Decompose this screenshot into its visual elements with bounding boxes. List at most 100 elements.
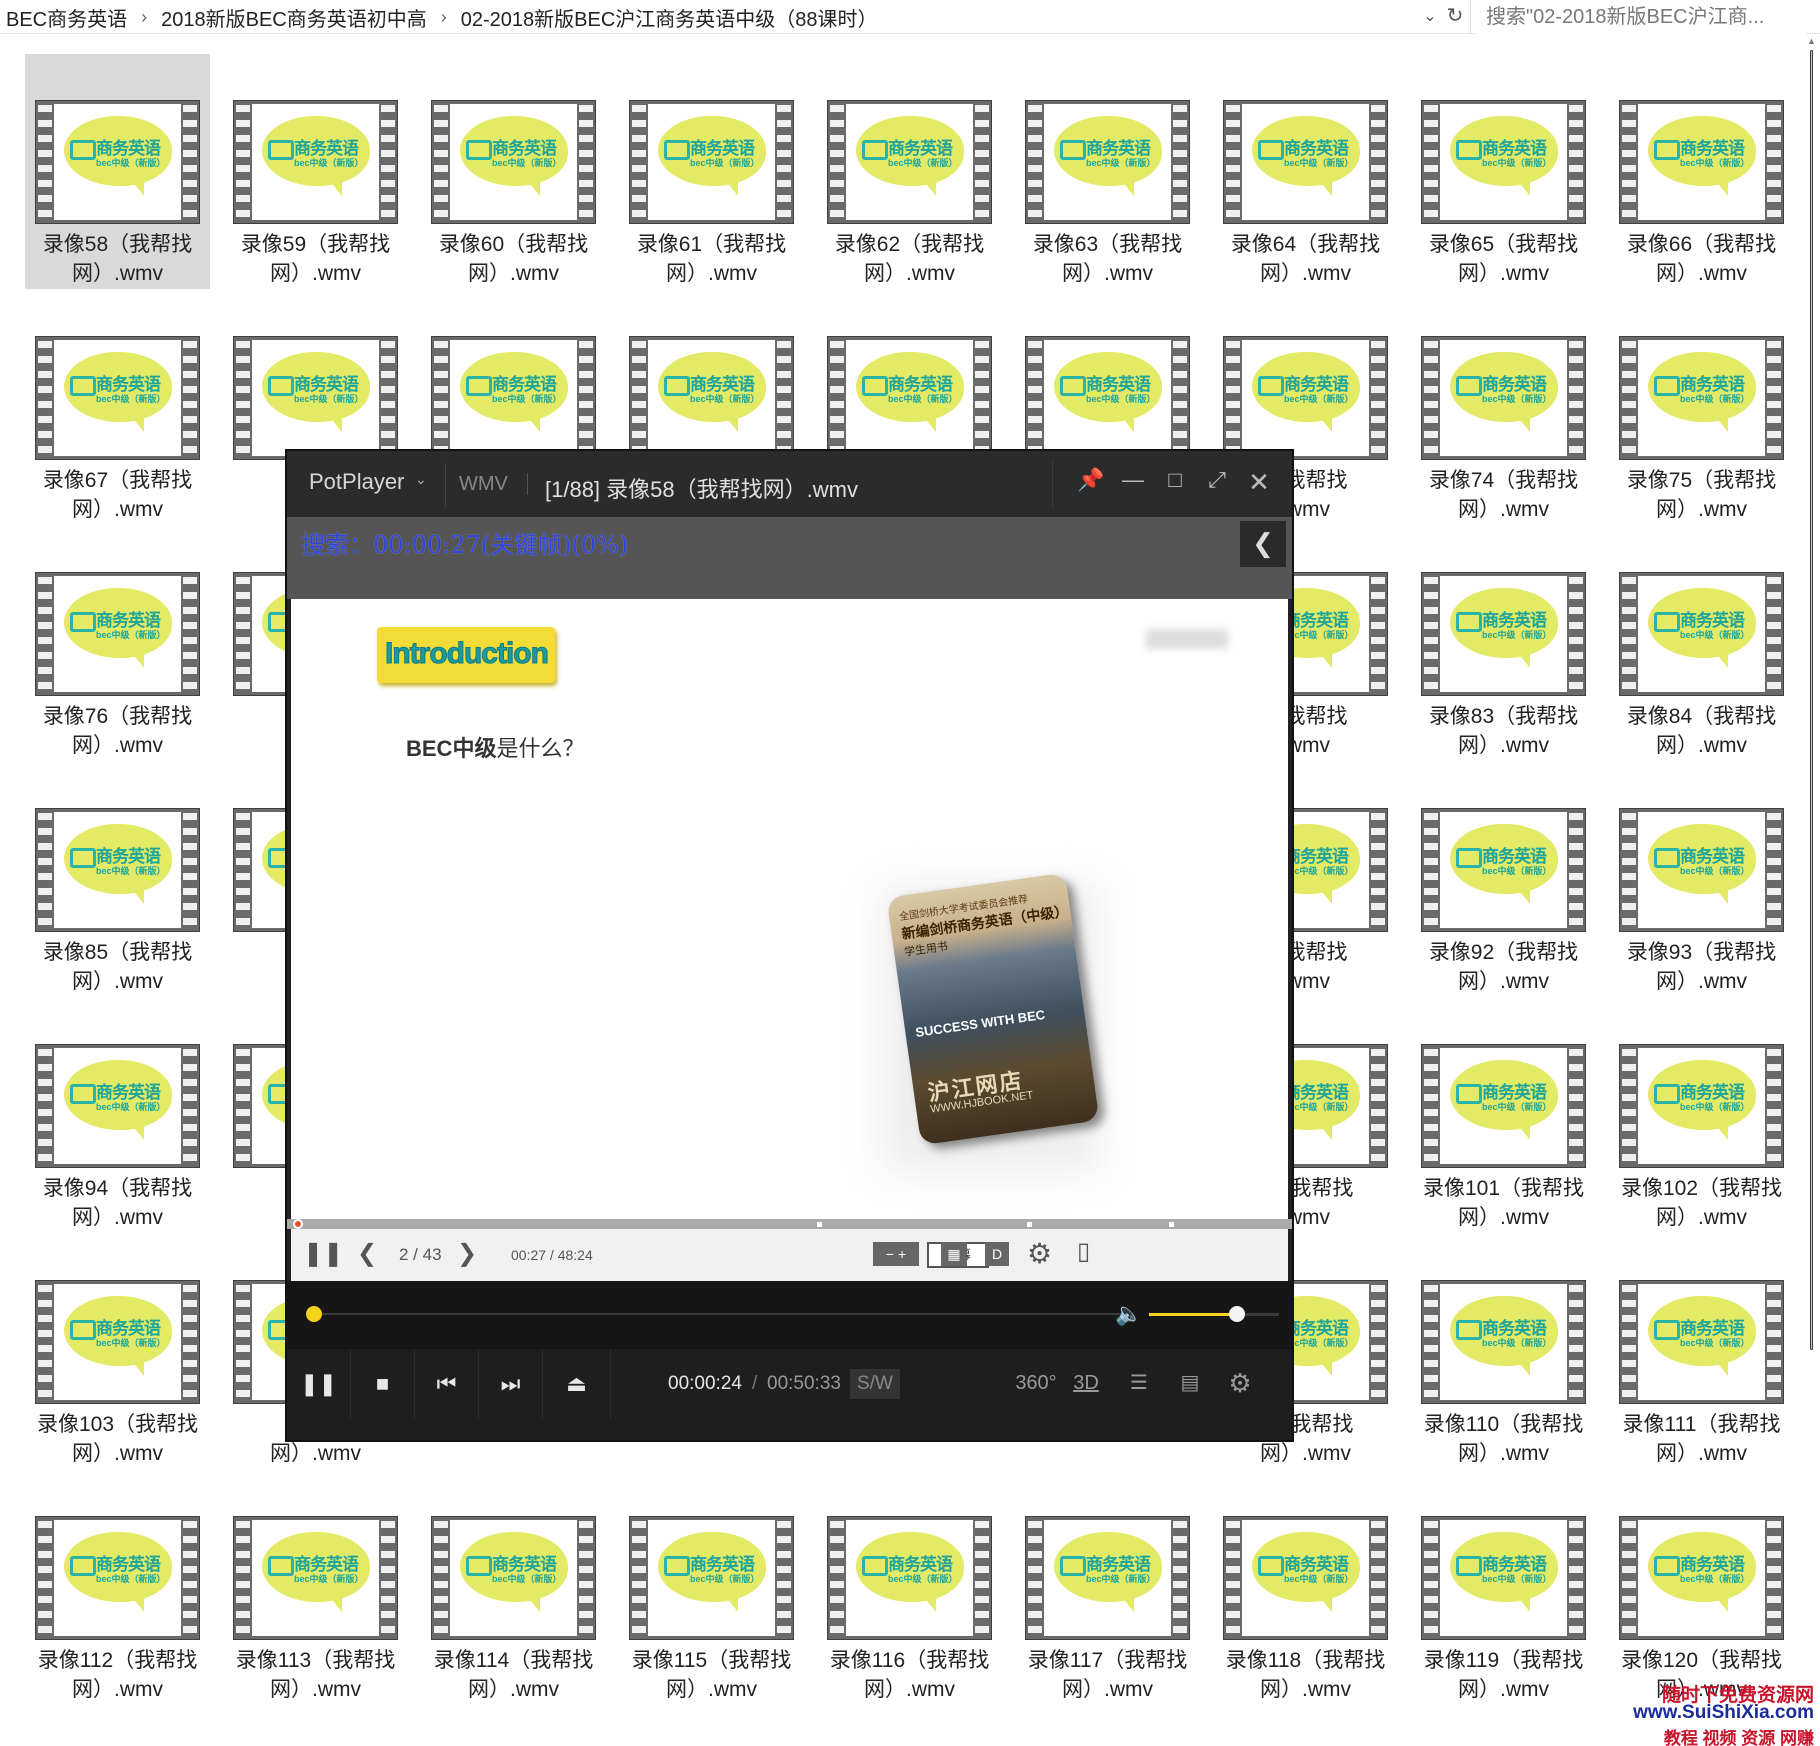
file-item[interactable]: 商务英语 bec中级（新版） 录像94（我帮找 网）.wmv [25,998,210,1233]
file-item[interactable]: 商务英语 bec中级（新版） 录像84（我帮找 网）.wmv [1609,526,1794,761]
video-thumbnail[interactable]: 商务英语bec中级（新版） [1619,100,1784,224]
next-button[interactable]: ⏭ [479,1349,543,1419]
video-thumbnail[interactable]: 商务英语bec中级（新版） [1025,336,1190,460]
chevron-left-icon[interactable]: ❮ [1240,521,1286,567]
file-item[interactable]: 商务英语 bec中级（新版） 录像116（我帮找 网）.wmv [817,1470,1002,1705]
file-item[interactable]: 商务英语 bec中级（新版） 录像74（我帮找 网）.wmv [1411,290,1596,525]
file-item[interactable]: 商务英语 bec中级（新版） 录像92（我帮找 网）.wmv [1411,762,1596,997]
file-item[interactable]: 商务英语 bec中级（新版） 录像93（我帮找 网）.wmv [1609,762,1794,997]
video-thumbnail[interactable]: 商务英语bec中级（新版） [1619,336,1784,460]
file-item[interactable]: 商务英语 bec中级（新版） 录像114（我帮找 网）.wmv [421,1470,606,1705]
fullscreen-icon[interactable]: ⤢ [1203,467,1231,497]
video-thumbnail[interactable]: 商务英语bec中级（新版） [1421,572,1586,696]
playlist-search-icon[interactable]: ☰ [1121,1365,1157,1401]
video-thumbnail[interactable]: 商务英语bec中级（新版） [1421,1516,1586,1640]
chevron-down-icon[interactable]: ⌄ [415,471,427,488]
video-thumbnail[interactable]: 商务英语bec中级（新版） [1421,336,1586,460]
refresh-icon[interactable]: ↻ [1442,2,1468,30]
chevron-right-icon[interactable]: › [141,7,147,28]
video-thumbnail[interactable]: 商务英语bec中级（新版） [431,336,596,460]
document-icon[interactable]: ▤ [1173,1365,1207,1401]
video-thumbnail[interactable]: 商务英语bec中级（新版） [233,100,398,224]
maximize-icon[interactable]: □ [1161,467,1189,497]
player-titlebar[interactable]: PotPlayer ⌄ WMV [1/88] 录像58（我帮找网）.wmv 📌 … [287,451,1292,517]
video-thumbnail[interactable]: 商务英语bec中级（新版） [1619,572,1784,696]
file-item[interactable]: 商务英语 bec中级（新版） 录像76（我帮找 网）.wmv [25,526,210,761]
video-thumbnail[interactable]: 商务英语bec中级（新版） [1223,100,1388,224]
video-thumbnail[interactable]: 商务英语bec中级（新版） [35,1516,200,1640]
video-thumbnail[interactable]: 商务英语bec中级（新版） [827,336,992,460]
file-item[interactable]: 商务英语 bec中级（新版） 录像103（我帮找 网）.wmv [25,1234,210,1469]
video-thumbnail[interactable]: 商务英语bec中级（新版） [431,100,596,224]
previous-button[interactable]: ⏮ [415,1349,479,1419]
video-thumbnail[interactable]: 商务英语bec中级（新版） [629,100,794,224]
file-item[interactable]: 商务英语 bec中级（新版） 录像58（我帮找 网）.wmv [25,54,210,289]
minimize-icon[interactable]: — [1119,467,1147,497]
file-item[interactable]: 商务英语 bec中级（新版） 录像117（我帮找 网）.wmv [1015,1470,1200,1705]
video-thumbnail[interactable]: 商务英语bec中级（新版） [35,1044,200,1168]
video-thumbnail[interactable]: 商务英语bec中级（新版） [233,336,398,460]
file-item[interactable]: 商务英语 bec中级（新版） 录像101（我帮找 网）.wmv [1411,998,1596,1233]
file-item[interactable]: 商务英语 bec中级（新版） 录像102（我帮找 网）.wmv [1609,998,1794,1233]
file-item[interactable]: 商务英语 bec中级（新版） 录像113（我帮找 网）.wmv [223,1470,408,1705]
close-icon[interactable]: ✕ [1245,467,1273,497]
breadcrumb-item[interactable]: 02-2018新版BEC沪江商务英语中级（88课时） [461,3,878,32]
vr-360-button[interactable]: 360° [1015,1365,1057,1401]
video-thumbnail[interactable]: 商务英语bec中级（新版） [1619,1516,1784,1640]
scroll-up-icon[interactable]: ▲ [1803,34,1820,48]
search-input[interactable] [1476,0,1806,34]
file-item[interactable]: 商务英语 bec中级（新版） 录像120（我帮找 网）.wmv [1609,1470,1794,1705]
video-thumbnail[interactable]: 商务英语bec中级（新版） [1223,336,1388,460]
file-item[interactable]: 商务英语 bec中级（新版） 录像65（我帮找 网）.wmv [1411,54,1596,289]
file-item[interactable]: 商务英语 bec中级（新版） 录像119（我帮找 网）.wmv [1411,1470,1596,1705]
file-item[interactable]: 商务英语 bec中级（新版） 录像112（我帮找 网）.wmv [25,1470,210,1705]
file-item[interactable]: 商务英语 bec中级（新版） 录像61（我帮找 网）.wmv [619,54,804,289]
video-thumbnail[interactable]: 商务英语bec中级（新版） [233,1516,398,1640]
video-thumbnail[interactable]: 商务英语bec中级（新版） [35,100,200,224]
vertical-scrollbar[interactable]: ▲ [1803,34,1820,1746]
video-thumbnail[interactable]: 商务英语bec中级（新版） [827,100,992,224]
video-frame[interactable]: Introduction BEC中级是什么？ 全国剑桥大学考试委员会推荐 新编剑… [291,599,1288,1219]
pause-button[interactable]: ❚❚ [287,1349,351,1419]
file-item[interactable]: 商务英语 bec中级（新版） 录像115（我帮找 网）.wmv [619,1470,804,1705]
file-item[interactable]: 商务英语 bec中级（新版） 录像62（我帮找 网）.wmv [817,54,1002,289]
video-thumbnail[interactable]: 商务英语bec中级（新版） [1421,100,1586,224]
gear-icon[interactable]: ⚙ [1223,1365,1257,1401]
eject-button[interactable]: ⏏ [543,1349,611,1419]
pin-icon[interactable]: 📌 [1077,467,1105,497]
video-thumbnail[interactable]: 商务英语bec中级（新版） [35,808,200,932]
volume-knob[interactable] [1229,1306,1245,1322]
video-thumbnail[interactable]: 商务英语bec中级（新版） [35,1280,200,1404]
video-thumbnail[interactable]: 商务英语bec中级（新版） [431,1516,596,1640]
app-name[interactable]: PotPlayer [309,469,404,495]
video-thumbnail[interactable]: 商务英语bec中级（新版） [1421,1044,1586,1168]
video-thumbnail[interactable]: 商务英语bec中级（新版） [1223,1516,1388,1640]
video-thumbnail[interactable]: 商务英语bec中级（新版） [1421,808,1586,932]
file-item[interactable]: 商务英语 bec中级（新版） 录像85（我帮找 网）.wmv [25,762,210,997]
position-knob[interactable] [306,1306,322,1322]
file-item[interactable]: 商务英语 bec中级（新版） 录像66（我帮找 网）.wmv [1609,54,1794,289]
file-item[interactable]: 商务英语 bec中级（新版） 录像64（我帮找 网）.wmv [1213,54,1398,289]
video-thumbnail[interactable]: 商务英语bec中级（新版） [35,572,200,696]
file-item[interactable]: 商务英语 bec中级（新版） 录像118（我帮找 网）.wmv [1213,1470,1398,1705]
sw-toggle[interactable]: S/W [850,1369,900,1399]
breadcrumb-item[interactable]: 2018新版BEC商务英语初中高 [161,3,427,32]
file-item[interactable]: 商务英语 bec中级（新版） 录像59（我帮找 网）.wmv [223,54,408,289]
video-thumbnail[interactable]: 商务英语bec中级（新版） [1619,1044,1784,1168]
chevron-right-icon[interactable]: › [441,7,447,28]
video-thumbnail[interactable]: 商务英语bec中级（新版） [629,1516,794,1640]
file-item[interactable]: 商务英语 bec中级（新版） 录像63（我帮找 网）.wmv [1015,54,1200,289]
video-thumbnail[interactable]: 商务英语bec中级（新版） [1025,100,1190,224]
position-track[interactable] [307,1313,1127,1315]
file-item[interactable]: 商务英语 bec中级（新版） 录像83（我帮找 网）.wmv [1411,526,1596,761]
breadcrumb-item[interactable]: BEC商务英语 [6,3,127,32]
file-item[interactable]: 商务英语 bec中级（新版） 录像60（我帮找 网）.wmv [421,54,606,289]
chevron-down-icon[interactable]: ⌄ [1418,2,1442,30]
video-thumbnail[interactable]: 商务英语bec中级（新版） [1619,808,1784,932]
volume-icon[interactable]: 🔈 [1115,1301,1142,1327]
stop-button[interactable]: ■ [351,1349,415,1419]
video-thumbnail[interactable]: 商务英语bec中级（新版） [629,336,794,460]
video-thumbnail[interactable]: 商务英语bec中级（新版） [1421,1280,1586,1404]
file-item[interactable]: 商务英语 bec中级（新版） 录像110（我帮找 网）.wmv [1411,1234,1596,1469]
file-item[interactable]: 商务英语 bec中级（新版） 录像67（我帮找 网）.wmv [25,290,210,525]
